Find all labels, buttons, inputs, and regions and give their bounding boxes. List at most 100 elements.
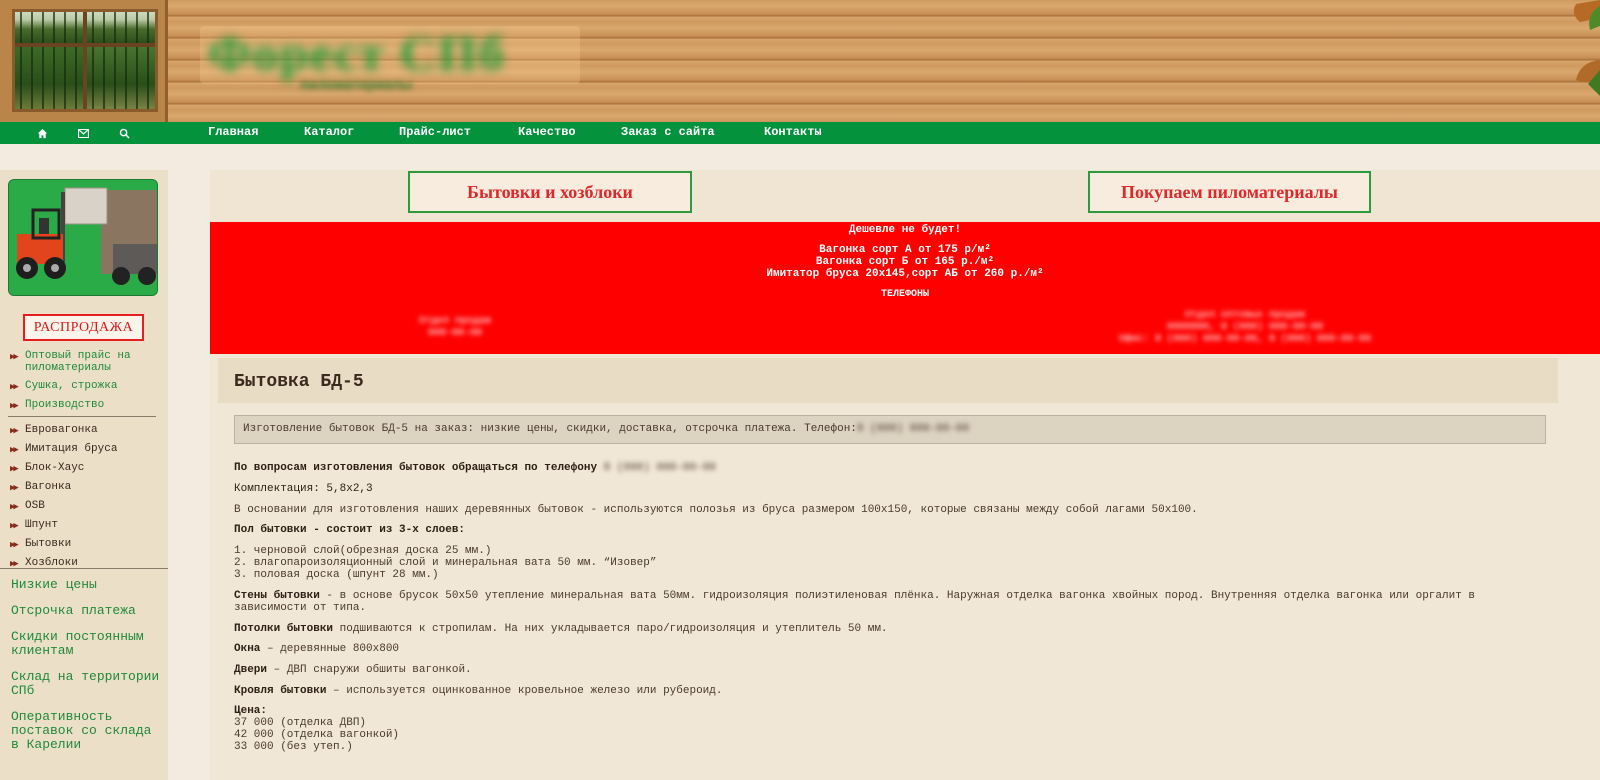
list-item[interactable]: ▶▶ Шпунт bbox=[10, 519, 160, 532]
contact-label: По вопросам изготовления бытовок обращат… bbox=[234, 462, 598, 474]
price-label-text: Цена: bbox=[234, 705, 268, 717]
sidebar-link-cabins[interactable]: Бытовки bbox=[25, 538, 71, 550]
double-arrow-icon: ▶▶ bbox=[10, 540, 19, 550]
leaves-decoration bbox=[1573, 0, 1600, 96]
banner-price-line: Вагонка сорт А от 175 р/м² bbox=[819, 244, 991, 256]
price-item: 33 000 (без утеп.) bbox=[234, 741, 353, 753]
sidebar-features: Низкие цены Отсрочка платежа Скидки пост… bbox=[11, 578, 161, 764]
double-arrow-icon: ▶▶ bbox=[10, 521, 19, 531]
list-item[interactable]: ▶▶ Вагонка bbox=[10, 481, 160, 494]
banner-right-contact-phone[interactable]: 0000000, 8 (000) 000-00-00 bbox=[550, 322, 1600, 334]
sidebar-catalog-links: ▶▶ Евровагонка ▶▶ Имитация бруса ▶▶ Блок-Ха… bbox=[10, 424, 160, 576]
nav-link-catalog[interactable]: Каталог bbox=[304, 125, 354, 139]
ceiling-label: Потолки бытовки bbox=[234, 623, 334, 635]
sidebar-link-shpunt[interactable]: Шпунт bbox=[25, 519, 58, 531]
list-item[interactable]: ▶▶ OSB bbox=[10, 500, 160, 513]
forklift-image[interactable] bbox=[8, 179, 158, 296]
sidebar-link-eurovagonka[interactable]: Евровагонка bbox=[25, 424, 98, 436]
sidebar-link-osb[interactable]: OSB bbox=[25, 500, 45, 512]
sidebar-link-drying[interactable]: Сушка, строжка bbox=[25, 380, 117, 392]
roof-text: – используется оцинкованное кровельное ж… bbox=[326, 685, 723, 697]
promo-cabins-button[interactable]: Бытовки и хозблоки bbox=[408, 171, 692, 213]
article-title-bar: Бытовка БД-5 bbox=[218, 358, 1558, 403]
site-logo-subtitle: пиломатериалы bbox=[300, 76, 413, 92]
list-item[interactable]: ▶▶ Бытовки bbox=[10, 538, 160, 551]
feature-karelia-delivery[interactable]: Оперативность поставок со склада в Карел… bbox=[11, 710, 161, 752]
kit-text: Комплектация: 5,8х2,3 bbox=[234, 483, 373, 495]
double-arrow-icon: ▶▶ bbox=[10, 426, 19, 436]
price-item: 42 000 (отделка вагонкой) bbox=[234, 729, 400, 741]
banner-headline: Дешевле не будет! bbox=[848, 224, 962, 236]
price-item: 37 000 (отделка ДВП) bbox=[234, 717, 367, 729]
sidebar-link-blockhouse[interactable]: Блок-Хаус bbox=[25, 462, 84, 474]
sidebar-link-vagonka[interactable]: Вагонка bbox=[25, 481, 71, 493]
sidebar-link-production[interactable]: Производство bbox=[25, 399, 104, 411]
double-arrow-icon: ▶▶ bbox=[10, 502, 19, 512]
kit-line: Комплектация: 5,8х2,3 bbox=[234, 483, 373, 495]
nav-link-quality[interactable]: Качество bbox=[518, 125, 576, 139]
banner-right-contact-title: Отдел оптовых продаж bbox=[1184, 310, 1306, 321]
windows-label: Окна bbox=[234, 643, 261, 655]
walls-paragraph-cont: зависимости от типа. bbox=[234, 602, 367, 614]
double-arrow-icon: ▶▶ bbox=[10, 382, 19, 392]
nav-link-order[interactable]: Заказ с сайта bbox=[621, 125, 715, 139]
price-label: Цена: bbox=[234, 705, 267, 717]
double-arrow-icon: ▶▶ bbox=[10, 352, 19, 362]
article-lead: Изготовление бытовок БД-5 на заказ: низк… bbox=[234, 415, 1546, 444]
nav-link-home[interactable]: Главная bbox=[208, 125, 258, 139]
ceiling-text: подшиваются к стропилам. На них укладыва… bbox=[333, 623, 888, 635]
window-frame-decoration bbox=[0, 0, 168, 122]
list-item[interactable]: ▶▶ Евровагонка bbox=[10, 424, 160, 437]
list-item[interactable]: ▶▶ Имитация бруса bbox=[10, 443, 160, 456]
walls-label: Стены бытовки bbox=[234, 590, 320, 602]
doors-paragraph: Двери – ДВП снаружи обшиты вагонкой. bbox=[234, 664, 472, 676]
feature-regular-discounts[interactable]: Скидки постоянным клиентам bbox=[11, 630, 161, 658]
lead-text: Изготовление бытовок БД-5 на заказ: низк… bbox=[243, 423, 857, 435]
nav-link-contacts[interactable]: Контакты bbox=[764, 125, 822, 139]
walls-text: - в основе брусок 50х50 утепление минера… bbox=[319, 590, 1476, 602]
sidebar-link-wholesale-price[interactable]: Оптовый прайс на пиломатериалы bbox=[25, 350, 160, 374]
banner-price-line: Вагонка сорт Б от 165 р./м² bbox=[815, 256, 995, 268]
search-icon[interactable] bbox=[116, 125, 132, 141]
banner-price-line: Имитатор бруса 20х145,сорт АБ от 260 р./… bbox=[766, 268, 1044, 280]
ceiling-paragraph: Потолки бытовки подшиваются к стропилам.… bbox=[234, 623, 888, 635]
promo-buying-lumber-button[interactable]: Покупаем пиломатериалы bbox=[1088, 171, 1371, 213]
roof-label: Кровля бытовки bbox=[234, 685, 327, 697]
windows-paragraph: Окна – деревянные 800х800 bbox=[234, 643, 399, 655]
price-banner: Дешевле не будет! Вагонка сорт А от 175 … bbox=[210, 222, 1600, 354]
sidebar-top-links: ▶▶ Оптовый прайс на пиломатериалы ▶▶ Сушка… bbox=[10, 350, 160, 418]
floor-layer-2: 2. влагопароизоляционный слой и минераль… bbox=[234, 557, 657, 569]
list-item[interactable]: ▶▶ Блок-Хаус bbox=[10, 462, 160, 475]
home-icon[interactable] bbox=[34, 125, 50, 141]
sidebar-divider bbox=[8, 416, 156, 417]
floor-heading: Пол бытовки - состоит из 3-х слоев: bbox=[234, 524, 465, 536]
floor-heading-text: Пол бытовки - состоит из 3-х слоев: bbox=[234, 524, 466, 536]
roof-paragraph: Кровля бытовки – используется оцинкованн… bbox=[234, 685, 723, 697]
mail-icon[interactable] bbox=[75, 125, 91, 141]
list-item[interactable]: ▶▶ Оптовый прайс на пиломатериалы bbox=[10, 350, 160, 374]
site-logo[interactable]: Форест СПб bbox=[208, 24, 506, 82]
forest-window-image bbox=[12, 9, 158, 112]
double-arrow-icon: ▶▶ bbox=[10, 401, 19, 411]
list-item[interactable]: ▶▶ Производство bbox=[10, 399, 160, 412]
feature-deferred-payment[interactable]: Отсрочка платежа bbox=[11, 604, 161, 618]
banner-right-contact-office[interactable]: Офис: 8 (000) 000-00-00, 8 (000) 000-00-… bbox=[550, 334, 1600, 346]
feature-spb-warehouse[interactable]: Склад на территории СПб bbox=[11, 670, 161, 698]
floor-layer-3: 3. половая доска (шпунт 28 мм.) bbox=[234, 569, 439, 581]
walls-paragraph: Стены бытовки - в основе брусок 50х50 ут… bbox=[234, 590, 1475, 602]
base-paragraph: В основании для изготовления наших дерев… bbox=[234, 504, 1198, 516]
page-title: Бытовка БД-5 bbox=[234, 372, 364, 392]
windows-text: – деревянные 800х800 bbox=[260, 643, 400, 655]
feature-low-prices[interactable]: Низкие цены bbox=[11, 578, 161, 592]
lead-phone[interactable]: 8 (000) 000-00-00 bbox=[857, 416, 969, 443]
contact-phone[interactable]: 8 (000) 000-00-00 bbox=[604, 462, 716, 474]
nav-link-pricelist[interactable]: Прайс-лист bbox=[399, 125, 471, 139]
promo-bar: Бытовки и хозблоки Покупаем пиломатериал… bbox=[210, 170, 1600, 222]
sidebar-link-imitation-timber[interactable]: Имитация бруса bbox=[25, 443, 117, 455]
doors-label: Двери bbox=[234, 664, 268, 676]
list-item[interactable]: ▶▶ Сушка, строжка bbox=[10, 380, 160, 393]
article: Бытовка БД-5 Изготовление бытовок БД-5 н… bbox=[218, 358, 1600, 780]
contact-line: По вопросам изготовления бытовок обращат… bbox=[234, 462, 716, 474]
main-navigation: Главная Каталог Прайс-лист Качество Зака… bbox=[0, 122, 1600, 144]
sidebar-divider bbox=[0, 568, 168, 569]
